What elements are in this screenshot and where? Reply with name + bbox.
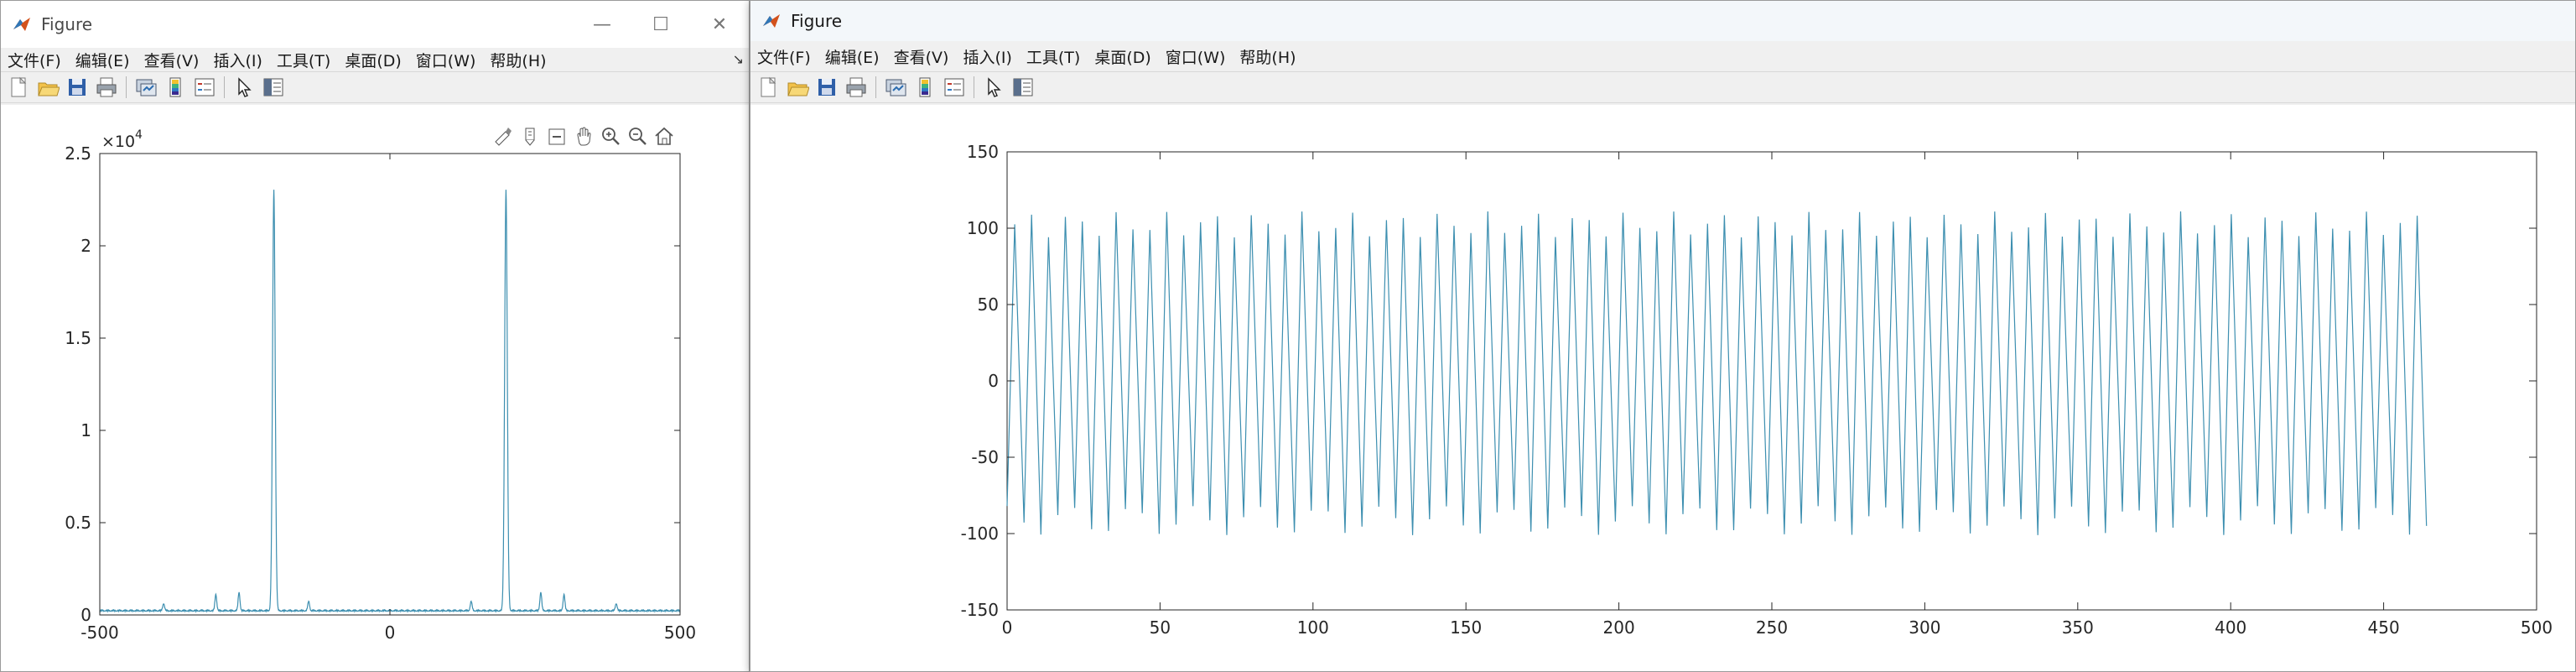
axes-toolbar [495,127,673,146]
x-tick-label: 0 [385,623,396,643]
menu-tools[interactable]: 工具(T) [277,49,330,71]
link-plot-icon[interactable] [883,75,908,100]
new-figure-icon[interactable] [6,75,31,100]
menu-help[interactable]: 帮助(H) [1239,45,1296,68]
y-tick-label: -100 [961,524,999,544]
y-tick-label: 0 [988,371,999,391]
y-tick-label: 150 [967,142,999,162]
figure-canvas[interactable]: 0 50 100 150 200 250 300 350 400 450 500 -150 -100 -5… [750,105,2576,672]
y-tick-label: 1.5 [65,328,91,348]
edit-plot-icon[interactable] [231,75,257,100]
x-tick-label: 50 [1150,617,1171,638]
matlab-logo-icon [761,10,782,32]
x-tick-label: 350 [2062,617,2094,638]
menu-bar: 文件(F) 编辑(E) 查看(V) 插入(I) 工具(T) 桌面(D) 窗口(W… [750,41,2575,71]
insert-colorbar-icon[interactable] [163,75,188,100]
zoom-in-icon[interactable] [602,128,620,145]
link-plot-icon[interactable] [133,75,158,100]
print-icon[interactable] [94,75,119,100]
toolbar-separator [224,76,225,98]
x-tick-label: 450 [2368,617,2400,638]
figure-window-signal[interactable]: Figure 文件(F) 编辑(E) 查看(V) 插入(I) 工具(T) 桌面(… [750,0,2576,672]
window-title: Figure [791,11,843,31]
property-inspector-icon[interactable] [1010,75,1036,100]
insert-legend-icon[interactable] [942,75,967,100]
menu-window[interactable]: 窗口(W) [1166,45,1226,68]
x-tick-label: -500 [80,623,118,643]
x-tick-label: 100 [1297,617,1329,638]
x-tick-label: 300 [1909,617,1940,638]
x-tick-label: 400 [2215,617,2246,638]
home-icon[interactable] [655,127,673,145]
insert-colorbar-icon[interactable] [912,75,937,100]
x-tick-label: 250 [1756,617,1788,638]
signal-plot[interactable]: 0 50 100 150 200 250 300 350 400 450 500-150-100-5… [750,105,2576,672]
y-tick-label: -50 [971,447,999,467]
open-file-icon[interactable] [35,75,60,100]
menu-window[interactable]: 窗口(W) [416,49,476,71]
maximize-button[interactable]: ☐ [631,1,690,48]
data-tips-icon[interactable] [525,128,535,146]
menu-file[interactable]: 文件(F) [757,45,811,68]
axes-box [99,153,681,616]
save-icon[interactable] [65,75,90,100]
dock-arrow-icon[interactable]: ↘ [733,51,744,67]
toolbar-separator [126,76,127,98]
x-tick-label: 500 [2521,617,2553,638]
title-bar[interactable]: Figure — ☐ ✕ [1,1,749,48]
menu-view[interactable]: 查看(V) [894,45,949,68]
menu-desktop[interactable]: 桌面(D) [1094,45,1150,68]
figure-window-spectrum[interactable]: Figure — ☐ ✕ 文件(F) 编辑(E) 查看(V) 插入(I) 工具(… [0,0,750,672]
y-tick-label: 100 [967,218,999,238]
x-tick-label: 500 [664,623,696,643]
restore-view-icon[interactable] [548,128,565,145]
insert-legend-icon[interactable] [192,75,217,100]
y-tick-label: -150 [961,600,999,620]
menu-help[interactable]: 帮助(H) [490,49,546,71]
figure-toolbar [1,71,749,103]
zoom-out-icon[interactable] [629,128,647,145]
x-tick-label: 0 [1002,617,1013,638]
toolbar-separator [875,76,876,98]
y-exponent-power: 4 [135,128,143,142]
menu-file[interactable]: 文件(F) [8,49,61,71]
pan-icon[interactable] [577,127,591,146]
menu-tools[interactable]: 工具(T) [1026,45,1080,68]
y-tick-label: 2 [80,236,91,256]
property-inspector-icon[interactable] [261,75,286,100]
window-title: Figure [41,14,93,34]
new-figure-icon[interactable] [756,75,781,100]
menu-bar: 文件(F) 编辑(E) 查看(V) 插入(I) 工具(T) 桌面(D) 窗口(W… [1,48,749,71]
brush-icon[interactable] [495,128,512,146]
figure-canvas[interactable]: -500 0 500 0 0.5 1 1.5 2 2.5 ×10 4 [1,105,750,672]
x-tick-label: 200 [1603,617,1635,638]
menu-desktop[interactable]: 桌面(D) [345,49,401,71]
spectrum-plot[interactable]: -500 0 50000.511.522.5×10 4 [1,105,750,672]
y-exponent-label: ×10 [101,133,135,151]
figure-toolbar [750,71,2575,103]
y-tick-label: 0 [80,605,91,625]
menu-edit[interactable]: 编辑(E) [75,49,130,71]
menu-insert[interactable]: 插入(I) [963,45,1011,68]
print-icon[interactable] [844,75,869,100]
menu-insert[interactable]: 插入(I) [213,49,262,71]
open-file-icon[interactable] [785,75,810,100]
menu-view[interactable]: 查看(V) [144,49,200,71]
minimize-button[interactable]: — [573,1,631,48]
axes-box [1006,151,2537,611]
x-tick-label: 150 [1450,617,1482,638]
matlab-logo-icon [11,13,33,35]
edit-plot-icon[interactable] [981,75,1006,100]
save-icon[interactable] [814,75,839,100]
y-tick-label: 1 [80,420,91,440]
y-tick-label: 50 [978,294,999,315]
y-tick-label: 2.5 [65,143,91,164]
title-bar[interactable]: Figure [750,1,2575,41]
menu-edit[interactable]: 编辑(E) [825,45,880,68]
close-button[interactable]: ✕ [690,1,749,48]
y-tick-label: 0.5 [65,513,91,533]
